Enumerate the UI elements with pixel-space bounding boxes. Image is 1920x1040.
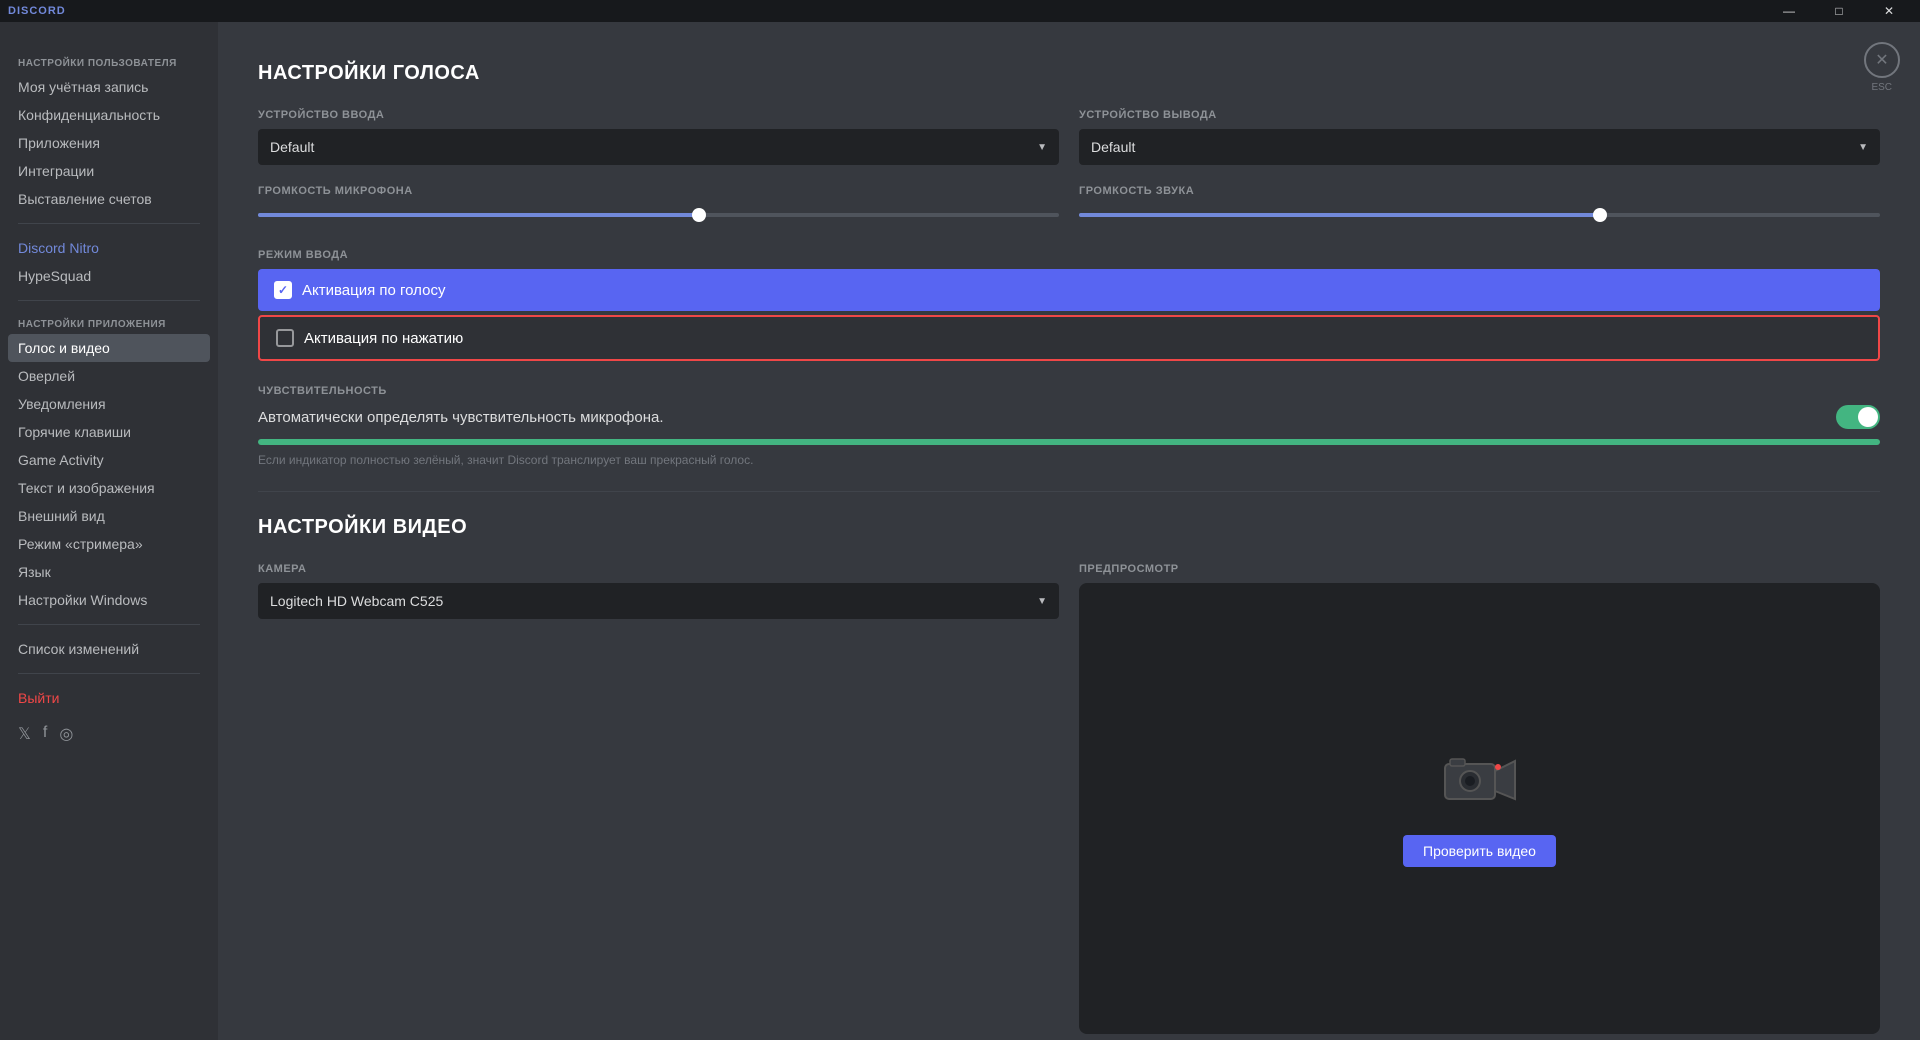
video-section: НАСТРОЙКИ ВИДЕО КАМЕРА Logitech HD Webca…: [258, 516, 1880, 1034]
sidebar-item-streamer[interactable]: Режим «стримера»: [8, 530, 210, 558]
check-video-button[interactable]: Проверить видео: [1403, 835, 1556, 867]
social-icons: 𝕏 f ◎: [8, 716, 210, 752]
sidebar-item-nitro[interactable]: Discord Nitro: [8, 234, 210, 262]
push-to-talk-option[interactable]: Активация по нажатию: [258, 315, 1880, 361]
camera-field: КАМЕРА Logitech HD Webcam C525 ▼: [258, 563, 1059, 619]
preview-label: ПРЕДПРОСМОТР: [1079, 563, 1880, 575]
camera-icon: [1440, 749, 1520, 823]
voice-settings-title: НАСТРОЙКИ ГОЛОСА: [258, 62, 1880, 85]
sensitivity-bar: [258, 439, 1880, 445]
sensitivity-field-label: ЧУВСТВИТЕЛЬНОСТЬ: [258, 385, 1880, 397]
sidebar-item-overlay[interactable]: Оверлей: [8, 362, 210, 390]
sidebar-item-privacy[interactable]: Конфиденциальность: [8, 101, 210, 129]
camera-arrow: ▼: [1037, 596, 1047, 607]
sidebar: НАСТРОЙКИ ПОЛЬЗОВАТЕЛЯ Моя учётная запис…: [0, 22, 218, 1040]
output-device-field: УСТРОЙСТВО ВЫВОДА Default ▼: [1079, 109, 1880, 165]
title-bar: DISCORD — □ ✕: [0, 0, 1920, 22]
volume-sliders-section: ГРОМКОСТЬ МИКРОФОНА ГРОМКОСТЬ ЗВУКА: [258, 185, 1880, 225]
sidebar-divider-3: [18, 624, 200, 625]
sidebar-divider-1: [18, 223, 200, 224]
instagram-icon[interactable]: ◎: [59, 724, 73, 744]
camera-select[interactable]: Logitech HD Webcam C525 ▼: [258, 583, 1059, 619]
push-to-talk-label: Активация по нажатию: [304, 330, 463, 347]
camera-value: Logitech HD Webcam C525: [270, 593, 443, 609]
sound-volume-label: ГРОМКОСТЬ ЗВУКА: [1079, 185, 1880, 197]
device-selectors-row: УСТРОЙСТВО ВВОДА Default ▼ УСТРОЙСТВО ВЫ…: [258, 109, 1880, 165]
sidebar-divider-2: [18, 300, 200, 301]
sidebar-item-language[interactable]: Язык: [8, 558, 210, 586]
sidebar-divider-4: [18, 673, 200, 674]
auto-sensitivity-toggle[interactable]: [1836, 405, 1880, 429]
voice-activation-label: Активация по голосу: [302, 282, 445, 299]
input-device-select[interactable]: Default ▼: [258, 129, 1059, 165]
sidebar-item-game-activity[interactable]: Game Activity: [8, 446, 210, 474]
app-name: DISCORD: [8, 5, 66, 17]
sidebar-item-hypesquad[interactable]: HypeSquad: [8, 262, 210, 290]
divider-1: [258, 491, 1880, 492]
minimize-button[interactable]: —: [1766, 0, 1812, 22]
twitter-icon[interactable]: 𝕏: [18, 724, 31, 744]
output-device-label: УСТРОЙСТВО ВЫВОДА: [1079, 109, 1880, 121]
title-bar-left: DISCORD: [8, 5, 66, 17]
sound-volume-track: [1079, 213, 1880, 217]
sound-volume-thumb[interactable]: [1593, 208, 1607, 222]
mic-volume-label: ГРОМКОСТЬ МИКРОФОНА: [258, 185, 1059, 197]
facebook-icon[interactable]: f: [43, 724, 47, 744]
app-settings-section-label: НАСТРОЙКИ ПРИЛОЖЕНИЯ: [8, 311, 210, 334]
output-device-select[interactable]: Default ▼: [1079, 129, 1880, 165]
video-settings-title: НАСТРОЙКИ ВИДЕО: [258, 516, 1880, 539]
input-device-value: Default: [270, 139, 314, 155]
mic-volume-fill: [258, 213, 699, 217]
sidebar-item-apps[interactable]: Приложения: [8, 129, 210, 157]
content-area: ✕ ESC НАСТРОЙКИ ГОЛОСА УСТРОЙСТВО ВВОДА …: [218, 22, 1920, 1040]
sidebar-item-voice[interactable]: Голос и видео: [8, 334, 210, 362]
sidebar-item-changelog[interactable]: Список изменений: [8, 635, 210, 663]
user-settings-section-label: НАСТРОЙКИ ПОЛЬЗОВАТЕЛЯ: [8, 50, 210, 73]
camera-preview-box: Проверить видео: [1079, 583, 1880, 1034]
voice-activation-option[interactable]: Активация по голосу: [258, 269, 1880, 311]
input-device-field: УСТРОЙСТВО ВВОДА Default ▼: [258, 109, 1059, 165]
input-mode-section: РЕЖИМ ВВОДА Активация по голосу Активаци…: [258, 249, 1880, 361]
sidebar-item-integrations[interactable]: Интеграции: [8, 157, 210, 185]
sidebar-item-text-images[interactable]: Текст и изображения: [8, 474, 210, 502]
mic-volume-thumb[interactable]: [692, 208, 706, 222]
sidebar-item-appearance[interactable]: Внешний вид: [8, 502, 210, 530]
sound-volume-fill: [1079, 213, 1600, 217]
mic-volume-slider[interactable]: [258, 205, 1059, 225]
sidebar-item-notifications[interactable]: Уведомления: [8, 390, 210, 418]
app-body: НАСТРОЙКИ ПОЛЬЗОВАТЕЛЯ Моя учётная запис…: [0, 22, 1920, 1040]
mic-volume-track: [258, 213, 1059, 217]
input-device-label: УСТРОЙСТВО ВВОДА: [258, 109, 1059, 121]
sidebar-item-hotkeys[interactable]: Горячие клавиши: [8, 418, 210, 446]
input-device-arrow: ▼: [1037, 142, 1047, 153]
sidebar-item-windows[interactable]: Настройки Windows: [8, 586, 210, 614]
output-device-value: Default: [1091, 139, 1135, 155]
slider-row: ГРОМКОСТЬ МИКРОФОНА ГРОМКОСТЬ ЗВУКА: [258, 185, 1880, 225]
output-device-arrow: ▼: [1858, 142, 1868, 153]
push-to-talk-checkbox: [276, 329, 294, 347]
sidebar-item-billing[interactable]: Выставление счетов: [8, 185, 210, 213]
voice-activation-checkbox: [274, 281, 292, 299]
toggle-knob: [1858, 407, 1878, 427]
sidebar-item-account[interactable]: Моя учётная запись: [8, 73, 210, 101]
mic-volume-field: ГРОМКОСТЬ МИКРОФОНА: [258, 185, 1059, 225]
sound-volume-field: ГРОМКОСТЬ ЗВУКА: [1079, 185, 1880, 225]
input-mode-label: РЕЖИМ ВВОДА: [258, 249, 1880, 261]
title-bar-controls: — □ ✕: [1766, 0, 1912, 22]
settings-close-button[interactable]: ✕: [1864, 42, 1900, 78]
maximize-button[interactable]: □: [1816, 0, 1862, 22]
preview-field: ПРЕДПРОСМОТР Провер: [1079, 563, 1880, 1034]
sidebar-item-logout[interactable]: Выйти: [8, 684, 210, 712]
auto-sensitivity-label: Автоматически определять чувствительност…: [258, 409, 664, 426]
window-close-button[interactable]: ✕: [1866, 0, 1912, 22]
auto-sensitivity-row: Автоматически определять чувствительност…: [258, 405, 1880, 429]
sound-volume-slider[interactable]: [1079, 205, 1880, 225]
esc-label: ESC: [1871, 82, 1892, 93]
camera-preview-row: КАМЕРА Logitech HD Webcam C525 ▼ ПРЕДПРО…: [258, 563, 1880, 1034]
sensitivity-section: ЧУВСТВИТЕЛЬНОСТЬ Автоматически определят…: [258, 385, 1880, 467]
sensitivity-hint: Если индикатор полностью зелёный, значит…: [258, 453, 1880, 467]
camera-label: КАМЕРА: [258, 563, 1059, 575]
